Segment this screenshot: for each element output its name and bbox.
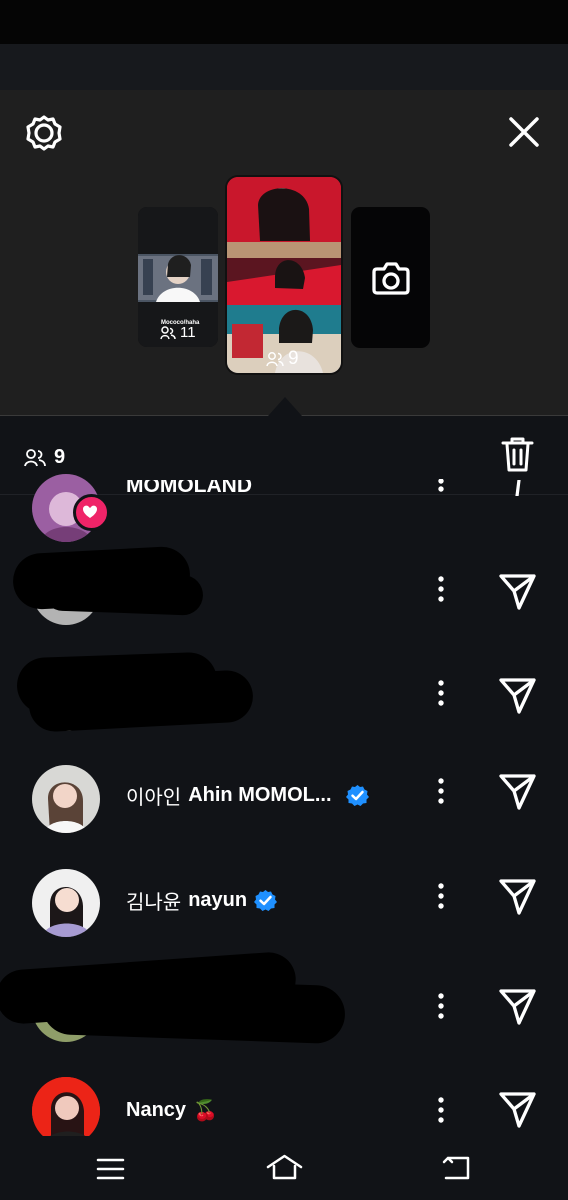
story-thumbnail-previous[interactable]: Mococo/haha 11 (138, 207, 218, 347)
more-options-button[interactable] (432, 478, 450, 509)
kebab-menu-icon (438, 778, 444, 804)
trash-icon[interactable] (500, 436, 535, 473)
left-story-viewer-count[interactable]: 11 (160, 324, 196, 341)
verified-badge-icon (345, 785, 369, 806)
contact-name[interactable]: Nancy 🍒 (126, 1098, 218, 1123)
kebab-menu-icon (438, 1097, 444, 1123)
contact-latin-name: nayun (188, 889, 248, 911)
send-paper-plane-icon[interactable] (499, 878, 537, 916)
send-paper-plane-icon[interactable] (499, 677, 537, 715)
people-icon (266, 352, 284, 367)
more-options-button[interactable] (432, 1097, 450, 1127)
story-thumbnail-current[interactable]: 9 (227, 177, 341, 373)
send-paper-plane-icon[interactable] (499, 773, 537, 811)
viewer-row-redacted-1[interactable] (0, 542, 568, 642)
contact-latin-name: Ahin MOMOL... (188, 784, 332, 806)
more-options-button[interactable] (432, 993, 450, 1023)
selected-story-pointer (268, 397, 302, 416)
heart-icon (83, 505, 97, 518)
camera-icon (372, 262, 410, 295)
contact-korean-name: 김나윤 (126, 892, 182, 914)
viewer-total-text: 9 (54, 446, 66, 468)
kebab-menu-icon (438, 883, 444, 909)
redaction-mark (42, 570, 204, 616)
partial-contact-name: MOMOLAND (126, 480, 252, 494)
more-options-button[interactable] (432, 883, 450, 913)
send-paper-plane-icon[interactable] (499, 573, 537, 611)
send-paper-plane-icon[interactable] (499, 988, 537, 1026)
kebab-menu-icon (438, 680, 444, 706)
home-icon[interactable] (265, 1153, 304, 1182)
add-story-camera-button[interactable] (351, 207, 430, 348)
more-options-button[interactable] (432, 576, 450, 606)
avatar (32, 765, 100, 833)
viewer-row-redacted-2[interactable] (0, 646, 568, 746)
redaction-mark (27, 669, 255, 733)
kebab-menu-icon (438, 478, 444, 492)
viewer-row-nayun[interactable]: 김나윤 nayun (0, 855, 568, 955)
contact-latin-name: Nancy (126, 1099, 187, 1121)
cherry-emoji: 🍒 (193, 1100, 218, 1122)
more-options-button[interactable] (432, 680, 450, 710)
center-story-count-text: 9 (288, 348, 299, 369)
top-dimmed-strip (0, 44, 568, 90)
people-icon (24, 449, 46, 467)
close-x-icon[interactable] (508, 116, 540, 148)
send-paper-plane-icon[interactable] (499, 480, 537, 496)
contact-korean-name: 이아인 (126, 787, 182, 809)
verified-badge-icon (254, 890, 278, 911)
avatar (32, 1077, 100, 1145)
settings-gear-icon[interactable] (25, 114, 63, 152)
contact-name[interactable]: 이아인 Ahin MOMOL... (126, 781, 369, 810)
story-image-center (227, 177, 341, 373)
center-story-viewer-count[interactable]: 9 (266, 348, 299, 370)
android-navigation-bar (0, 1136, 568, 1200)
more-options-button[interactable] (432, 778, 450, 808)
avatar (32, 869, 100, 937)
kebab-menu-icon (438, 993, 444, 1019)
viewer-row-redacted-3[interactable] (0, 950, 568, 1059)
people-icon (160, 325, 176, 339)
status-bar (0, 0, 568, 44)
send-paper-plane-icon[interactable] (499, 1091, 537, 1129)
redaction-mark (41, 975, 346, 1045)
recent-apps-icon[interactable] (96, 1158, 125, 1180)
viewer-total[interactable]: 9 (24, 446, 65, 469)
kebab-menu-icon (438, 576, 444, 602)
back-icon[interactable] (441, 1154, 473, 1182)
viewer-row-ahin[interactable]: 이아인 Ahin MOMOL... (0, 750, 568, 850)
contact-name[interactable]: 김나윤 nayun (126, 886, 278, 915)
left-story-count-text: 11 (180, 324, 196, 341)
